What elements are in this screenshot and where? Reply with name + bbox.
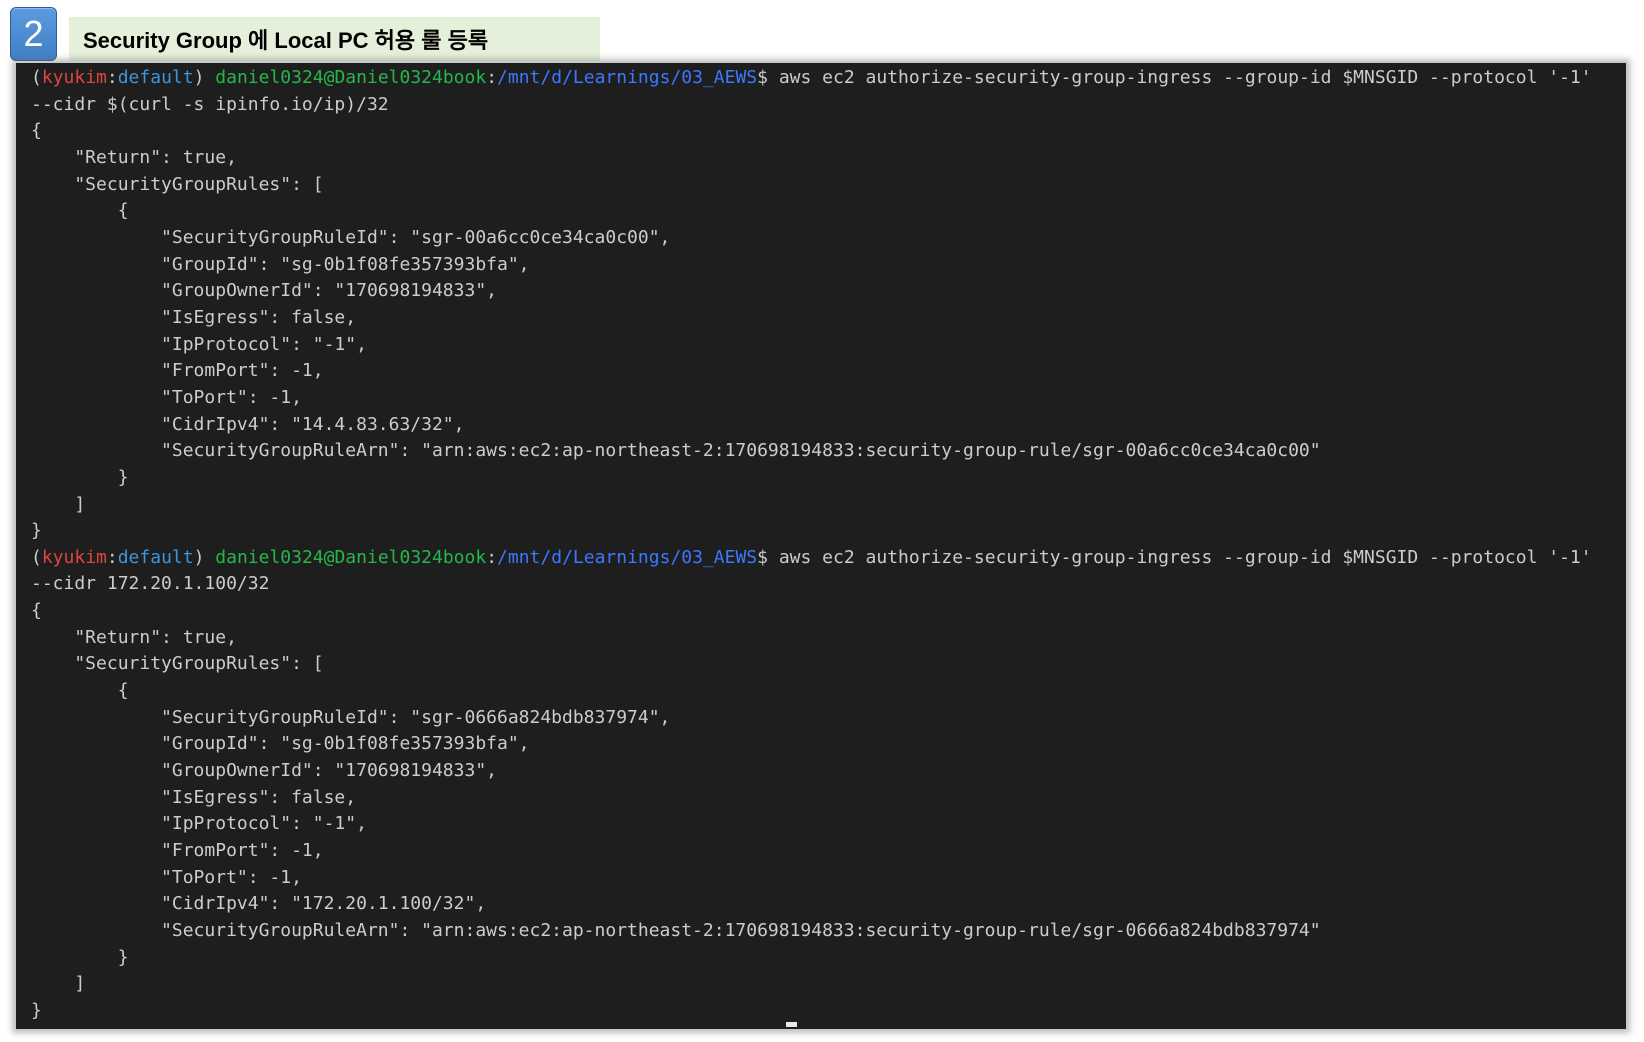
prompt-user-host: daniel0324@Daniel0324book — [215, 67, 487, 88]
prompt-close: ) — [193, 67, 205, 88]
step-number-badge: 2 — [10, 7, 57, 61]
output-line: "IpProtocol": "-1", — [31, 813, 367, 835]
section-title: Security Group 에 Local PC 허용 룰 등록 — [69, 17, 600, 61]
output-line: ] — [31, 493, 86, 515]
prompt-sep: : — [106, 546, 118, 568]
output-line: "CidrIpv4": "14.4.83.63/32", — [31, 413, 465, 435]
prompt-open: ( — [31, 67, 42, 88]
output-line: "GroupId": "sg-0b1f08fe357393bfa", — [31, 733, 530, 755]
prompt-close: ) — [193, 546, 205, 568]
output-line: "GroupOwnerId": "170698194833", — [31, 760, 497, 782]
prompt-path: /mnt/d/Learnings/03_AEWS — [497, 67, 758, 88]
output-line: { — [31, 120, 42, 142]
output-line: { — [31, 680, 129, 702]
output-line: "GroupId": "sg-0b1f08fe357393bfa", — [31, 253, 530, 275]
output-line: } — [31, 520, 42, 542]
output-line: "SecurityGroupRules": [ — [31, 653, 324, 675]
prompt-symbol: $ — [757, 546, 768, 568]
prompt-env: kyukim — [41, 546, 107, 568]
output-line: "ToPort": -1, — [31, 866, 302, 888]
section-title-text: Security Group 에 Local PC 허용 룰 등록 — [83, 28, 489, 53]
output-line: "SecurityGroupRuleId": "sgr-0666a824bdb8… — [31, 706, 671, 728]
prompt-user-host: daniel0324@Daniel0324book — [215, 546, 487, 568]
output-line: "IsEgress": false, — [31, 306, 357, 328]
prompt-profile: default — [117, 546, 194, 568]
cursor-marker — [786, 1022, 797, 1027]
prompt-open: ( — [31, 546, 42, 568]
output-line: "FromPort": -1, — [31, 360, 324, 382]
output-line: "CidrIpv4": "172.20.1.100/32", — [31, 893, 487, 915]
terminal-window[interactable]: (kyukim:default) daniel0324@Daniel0324bo… — [16, 63, 1626, 1029]
output-line: "Return": true, — [31, 626, 237, 648]
prompt-line: (kyukim:default) daniel0324@Daniel0324bo… — [31, 65, 1626, 92]
prompt-line: (kyukim:default) daniel0324@Daniel0324bo… — [31, 545, 1626, 572]
output-line: "SecurityGroupRuleArn": "arn:aws:ec2:ap-… — [31, 440, 1321, 462]
output-line: "SecurityGroupRuleArn": "arn:aws:ec2:ap-… — [31, 920, 1321, 941]
prompt-env: kyukim — [41, 67, 107, 88]
output-line: } — [31, 946, 129, 968]
command-continuation: --cidr 172.20.1.100/32 — [31, 573, 270, 595]
output-line: { — [31, 200, 129, 222]
output-line: "SecurityGroupRules": [ — [31, 173, 324, 195]
output-line: "FromPort": -1, — [31, 840, 324, 862]
command-text: aws ec2 authorize-security-group-ingress… — [778, 67, 1592, 88]
prompt-sep: : — [106, 67, 118, 88]
output-line: "ToPort": -1, — [31, 386, 302, 408]
prompt-path-sep: : — [486, 67, 498, 88]
output-line: { — [31, 600, 42, 622]
output-line: "IsEgress": false, — [31, 786, 357, 808]
output-line: } — [31, 999, 42, 1021]
prompt-path: /mnt/d/Learnings/03_AEWS — [497, 546, 758, 568]
prompt-symbol: $ — [757, 67, 768, 88]
output-line: ] — [31, 973, 86, 995]
output-line: } — [31, 466, 129, 488]
prompt-profile: default — [117, 67, 194, 88]
output-line: "SecurityGroupRuleId": "sgr-00a6cc0ce34c… — [31, 226, 671, 248]
prompt-path-sep: : — [486, 546, 498, 568]
output-line: "Return": true, — [31, 146, 237, 168]
output-line: "GroupOwnerId": "170698194833", — [31, 280, 497, 302]
command-text: aws ec2 authorize-security-group-ingress… — [778, 546, 1592, 568]
output-line: "IpProtocol": "-1", — [31, 333, 367, 355]
command-continuation: --cidr $(curl -s ipinfo.io/ip)/32 — [31, 93, 389, 115]
